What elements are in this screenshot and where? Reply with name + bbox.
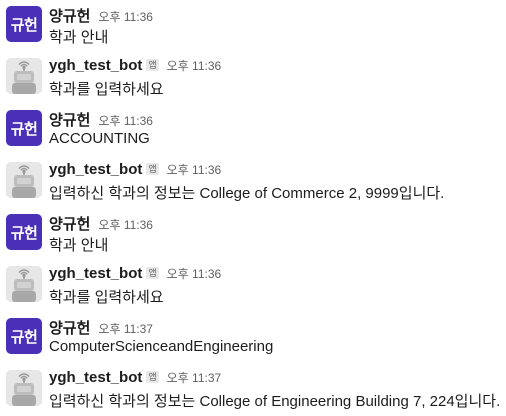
message-header: ygh_test_bot 앱 오후 11:36 (49, 161, 221, 179)
timestamp[interactable]: 오후 11:37 (167, 371, 222, 385)
timestamp[interactable]: 오후 11:36 (98, 218, 153, 232)
avatar-text: 규헌 (10, 224, 38, 242)
message-text: 입력하신 학과의 정보는 College of Commerce 2, 9999… (49, 185, 445, 202)
avatar[interactable] (6, 266, 42, 302)
avatar[interactable]: 규헌 (6, 214, 42, 250)
message-text: ACCOUNTING (49, 130, 150, 147)
message-header: 양규헌 오후 11:36 (49, 5, 153, 25)
robot-icon (6, 266, 42, 302)
sender-name[interactable]: ygh_test_bot (49, 161, 142, 178)
message-text: 학과 안내 (49, 237, 109, 254)
avatar-text: 규헌 (10, 16, 38, 34)
message: ygh_test_bot 앱 오후 11:37 입력하신 학과의 정보는 Colle… (0, 364, 506, 416)
message: ygh_test_bot 앱 오후 11:36 입력하신 학과의 정보는 Colle… (0, 156, 506, 208)
message-text: 학과 안내 (49, 29, 109, 46)
sender-name[interactable]: 양규헌 (49, 320, 90, 337)
message-text: 입력하신 학과의 정보는 College of Engineering Buil… (49, 393, 501, 410)
message: 규헌 양규헌 오후 11:36 ACCOUNTING (0, 104, 506, 156)
message-header: 양규헌 오후 11:37 (49, 317, 153, 337)
message-header: ygh_test_bot 앱 오후 11:37 (49, 369, 221, 387)
message: ygh_test_bot 앱 오후 11:36 학과를 입력하세요 (0, 260, 506, 312)
message-header: 양규헌 오후 11:36 (49, 213, 153, 233)
message-header: 양규헌 오후 11:36 (49, 109, 153, 129)
robot-icon (6, 58, 42, 94)
robot-icon (6, 370, 42, 406)
message-text: 학과를 입력하세요 (49, 289, 164, 306)
message: 규헌 양규헌 오후 11:36 학과 안내 (0, 0, 506, 52)
avatar[interactable]: 규헌 (6, 6, 42, 42)
message-text: ComputerScienceandEngineering (49, 338, 274, 355)
message: ygh_test_bot 앱 오후 11:36 학과를 입력하세요 (0, 52, 506, 104)
avatar-text: 규헌 (10, 120, 38, 138)
message: 규헌 양규헌 오후 11:37 ComputerScienceandEnginee… (0, 312, 506, 364)
robot-icon (6, 162, 42, 198)
message-list: 규헌 양규헌 오후 11:36 학과 안내 ygh_test_bot 앱 오후 11:… (0, 0, 506, 416)
avatar-text: 규헌 (10, 328, 38, 346)
sender-name[interactable]: ygh_test_bot (49, 57, 142, 74)
timestamp[interactable]: 오후 11:36 (167, 163, 222, 177)
avatar[interactable] (6, 58, 42, 94)
timestamp[interactable]: 오후 11:36 (98, 114, 153, 128)
sender-name[interactable]: ygh_test_bot (49, 265, 142, 282)
message: 규헌 양규헌 오후 11:36 학과 안내 (0, 208, 506, 260)
sender-name[interactable]: 양규헌 (49, 8, 90, 25)
message-text: 학과를 입력하세요 (49, 81, 164, 98)
avatar[interactable]: 규헌 (6, 318, 42, 354)
app-badge: 앱 (146, 163, 159, 175)
avatar[interactable]: 규헌 (6, 110, 42, 146)
timestamp[interactable]: 오후 11:37 (98, 322, 153, 336)
sender-name[interactable]: 양규헌 (49, 112, 90, 129)
sender-name[interactable]: 양규헌 (49, 216, 90, 233)
message-header: ygh_test_bot 앱 오후 11:36 (49, 57, 221, 75)
app-badge: 앱 (146, 267, 159, 279)
message-header: ygh_test_bot 앱 오후 11:36 (49, 265, 221, 283)
avatar[interactable] (6, 162, 42, 198)
sender-name[interactable]: ygh_test_bot (49, 369, 142, 386)
timestamp[interactable]: 오후 11:36 (98, 10, 153, 24)
app-badge: 앱 (146, 371, 159, 383)
app-badge: 앱 (146, 59, 159, 71)
timestamp[interactable]: 오후 11:36 (167, 59, 222, 73)
avatar[interactable] (6, 370, 42, 406)
timestamp[interactable]: 오후 11:36 (167, 267, 222, 281)
